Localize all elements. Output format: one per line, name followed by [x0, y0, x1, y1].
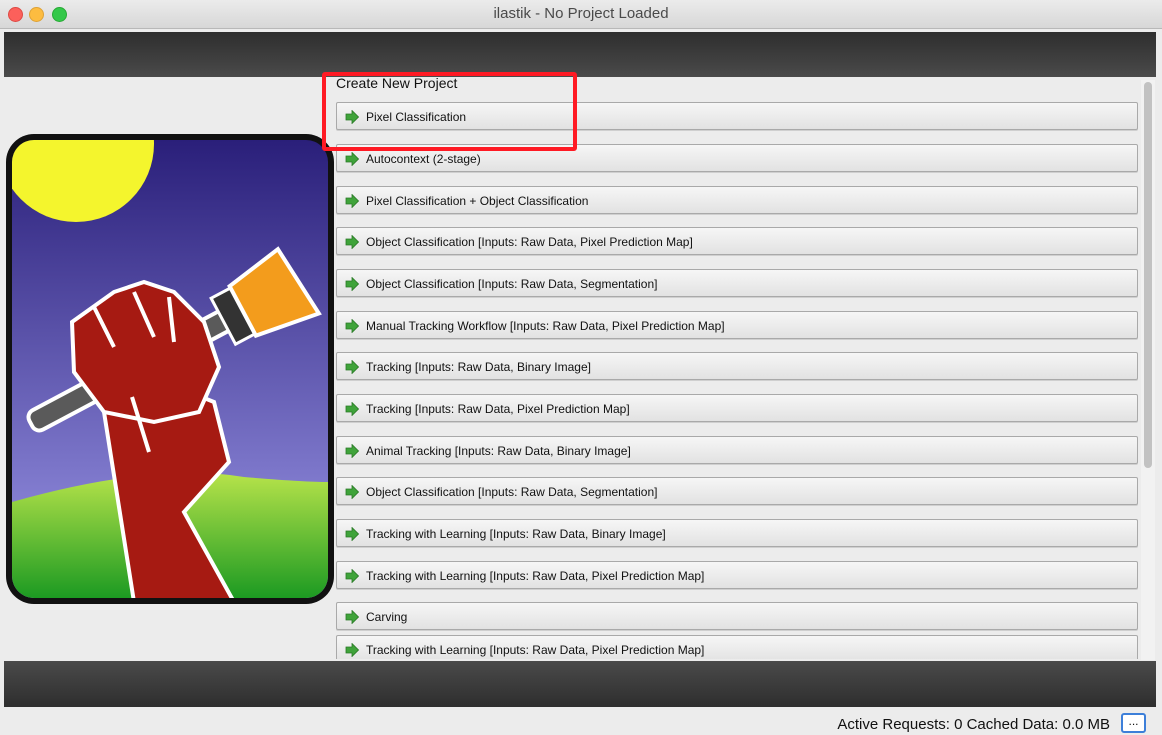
window-title: ilastik - No Project Loaded — [493, 5, 669, 22]
green-arrow-icon — [345, 643, 359, 657]
green-arrow-icon — [345, 444, 359, 458]
workflow-button-manual-tracking[interactable]: Manual Tracking Workflow [Inputs: Raw Da… — [336, 311, 1138, 339]
green-arrow-icon — [345, 152, 359, 166]
green-arrow-icon — [345, 194, 359, 208]
green-arrow-icon — [345, 360, 359, 374]
workflow-button-tracking-learning-prediction-map-2[interactable]: Tracking with Learning [Inputs: Raw Data… — [336, 635, 1138, 659]
title-bar: ilastik - No Project Loaded — [0, 0, 1162, 29]
green-arrow-icon — [345, 569, 359, 583]
highlight-box — [322, 72, 577, 151]
workflow-label: Tracking [Inputs: Raw Data, Pixel Predic… — [366, 402, 630, 416]
green-arrow-icon — [345, 319, 359, 333]
workflow-label: Tracking with Learning [Inputs: Raw Data… — [366, 643, 705, 657]
status-text: Active Requests: 0 Cached Data: 0.0 MB — [837, 716, 1110, 733]
workflow-label: Animal Tracking [Inputs: Raw Data, Binar… — [366, 444, 631, 458]
top-toolbar — [4, 32, 1156, 77]
workflow-label: Object Classification [Inputs: Raw Data,… — [366, 235, 693, 249]
workflow-label: Object Classification [Inputs: Raw Data,… — [366, 277, 658, 291]
workflow-button-carving[interactable]: Carving — [336, 602, 1138, 630]
scrollbar-thumb[interactable] — [1144, 82, 1152, 468]
green-arrow-icon — [345, 527, 359, 541]
workflow-label: Pixel Classification + Object Classifica… — [366, 194, 589, 208]
workflow-label: Carving — [366, 610, 408, 624]
workflow-button-object-classification-prediction-map[interactable]: Object Classification [Inputs: Raw Data,… — [336, 227, 1138, 255]
green-arrow-icon — [345, 402, 359, 416]
green-arrow-icon — [345, 277, 359, 291]
workflow-button-pixel-object-classification[interactable]: Pixel Classification + Object Classifica… — [336, 186, 1138, 214]
ilastik-logo — [4, 132, 336, 606]
workflow-label: Autocontext (2-stage) — [366, 152, 481, 166]
workflow-label: Tracking with Learning [Inputs: Raw Data… — [366, 569, 705, 583]
bottom-toolbar — [4, 661, 1156, 707]
workflow-label: Tracking [Inputs: Raw Data, Binary Image… — [366, 360, 591, 374]
green-arrow-icon — [345, 235, 359, 249]
green-arrow-icon — [345, 485, 359, 499]
status-more-button[interactable]: ... — [1121, 713, 1146, 733]
workflow-label: Manual Tracking Workflow [Inputs: Raw Da… — [366, 319, 725, 333]
workflow-list-scrollbar[interactable] — [1141, 80, 1155, 660]
workflow-list: Pixel Classification Autocontext (2-stag… — [336, 102, 1140, 659]
workflow-button-tracking-learning-prediction-map[interactable]: Tracking with Learning [Inputs: Raw Data… — [336, 561, 1138, 589]
green-arrow-icon — [345, 610, 359, 624]
workflow-label: Object Classification [Inputs: Raw Data,… — [366, 485, 658, 499]
workflow-button-animal-tracking[interactable]: Animal Tracking [Inputs: Raw Data, Binar… — [336, 436, 1138, 464]
workflow-button-object-classification-segmentation[interactable]: Object Classification [Inputs: Raw Data,… — [336, 269, 1138, 297]
workflow-button-tracking-prediction-map[interactable]: Tracking [Inputs: Raw Data, Pixel Predic… — [336, 394, 1138, 422]
workflow-button-object-classification-segmentation-2[interactable]: Object Classification [Inputs: Raw Data,… — [336, 477, 1138, 505]
status-bar: Active Requests: 0 Cached Data: 0.0 MB — [0, 710, 1162, 735]
workflow-label: Tracking with Learning [Inputs: Raw Data… — [366, 527, 666, 541]
workflow-button-tracking-binary-image[interactable]: Tracking [Inputs: Raw Data, Binary Image… — [336, 352, 1138, 380]
workflow-button-tracking-learning-binary[interactable]: Tracking with Learning [Inputs: Raw Data… — [336, 519, 1138, 547]
